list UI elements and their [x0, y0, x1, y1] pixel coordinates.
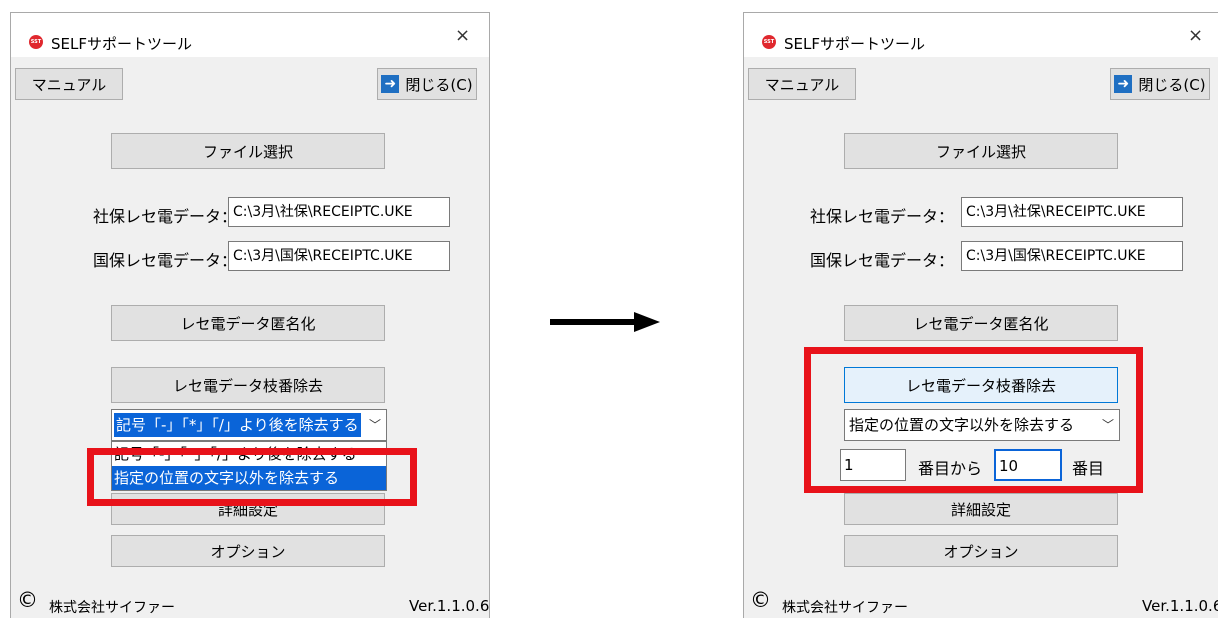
kokuho-path-field[interactable]: C:\3月\国保\RECEIPTC.UKE — [228, 241, 450, 271]
anonymize-label: レセ電データ匿名化 — [913, 314, 1049, 333]
copyright-symbol: © — [750, 588, 771, 612]
close-icon[interactable]: × — [455, 25, 470, 46]
copyright-symbol: © — [17, 588, 38, 612]
exit-arrow-icon: ➜ — [1114, 75, 1133, 93]
file-select-button[interactable]: ファイル選択 — [111, 133, 385, 169]
transition-arrow-icon — [550, 312, 660, 332]
manual-button-label: マニュアル — [764, 75, 840, 94]
close-button-label: 閉じる(C) — [1138, 75, 1206, 94]
app-window-after: SST SELFサポートツール × マニュアル ➜ 閉じる(C) ファイル選択 … — [743, 12, 1218, 618]
details-label: 詳細設定 — [950, 500, 1011, 519]
kokuho-label: 国保レセ電データ： — [810, 251, 955, 270]
company-name: 株式会社サイファー — [49, 600, 175, 616]
option-button[interactable]: オプション — [844, 535, 1118, 567]
branch-remove-button[interactable]: レセ電データ枝番除去 — [111, 367, 385, 403]
select-current-value: 記号「-」「*」「/」より後を除去する — [114, 413, 361, 437]
anonymize-label: レセ電データ匿名化 — [180, 314, 316, 333]
kokuho-label: 国保レセ電データ： — [93, 251, 238, 270]
remove-mode-select[interactable]: 記号「-」「*」「/」より後を除去する ﹀ — [111, 409, 387, 441]
close-button[interactable]: ➜ 閉じる(C) — [1110, 68, 1210, 100]
close-button[interactable]: ➜ 閉じる(C) — [377, 68, 477, 100]
branch-remove-label: レセ電データ枝番除去 — [172, 376, 323, 395]
file-select-label: ファイル選択 — [935, 142, 1026, 161]
option-label: オプション — [943, 542, 1019, 561]
version-text: Ver.1.1.0.6 — [1142, 597, 1218, 615]
title-bar: SST SELFサポートツール × — [744, 13, 1218, 57]
version-text: Ver.1.1.0.6 — [409, 597, 490, 615]
dropdown-chevron-icon[interactable]: ﹀ — [364, 410, 386, 440]
file-select-button[interactable]: ファイル選択 — [844, 133, 1118, 169]
file-select-label: ファイル選択 — [202, 142, 293, 161]
kokuho-path-field[interactable]: C:\3月\国保\RECEIPTC.UKE — [961, 241, 1183, 271]
anonymize-button[interactable]: レセ電データ匿名化 — [111, 305, 385, 341]
app-window-before: SST SELFサポートツール × マニュアル ➜ 閉じる(C) ファイル選択 … — [10, 12, 490, 618]
app-logo-icon: SST — [29, 35, 43, 49]
app-logo-icon: SST — [762, 35, 776, 49]
highlight-box — [87, 448, 417, 506]
shaho-path-field[interactable]: C:\3月\社保\RECEIPTC.UKE — [228, 197, 450, 227]
option-label: オプション — [210, 542, 286, 561]
shaho-path-field[interactable]: C:\3月\社保\RECEIPTC.UKE — [961, 197, 1183, 227]
option-button[interactable]: オプション — [111, 535, 385, 567]
company-name: 株式会社サイファー — [782, 600, 908, 616]
shaho-label: 社保レセ電データ： — [93, 207, 238, 226]
anonymize-button[interactable]: レセ電データ匿名化 — [844, 305, 1118, 341]
shaho-label: 社保レセ電データ： — [810, 207, 955, 226]
title-bar: SST SELFサポートツール × — [11, 13, 489, 57]
window-title: SELFサポートツール — [51, 35, 192, 53]
details-button[interactable]: 詳細設定 — [844, 493, 1118, 525]
manual-button[interactable]: マニュアル — [748, 68, 856, 100]
window-title: SELFサポートツール — [784, 35, 925, 53]
manual-button[interactable]: マニュアル — [15, 68, 123, 100]
close-button-label: 閉じる(C) — [405, 75, 473, 94]
close-icon[interactable]: × — [1188, 25, 1203, 46]
manual-button-label: マニュアル — [31, 75, 107, 94]
exit-arrow-icon: ➜ — [381, 75, 400, 93]
highlight-box — [804, 347, 1143, 493]
